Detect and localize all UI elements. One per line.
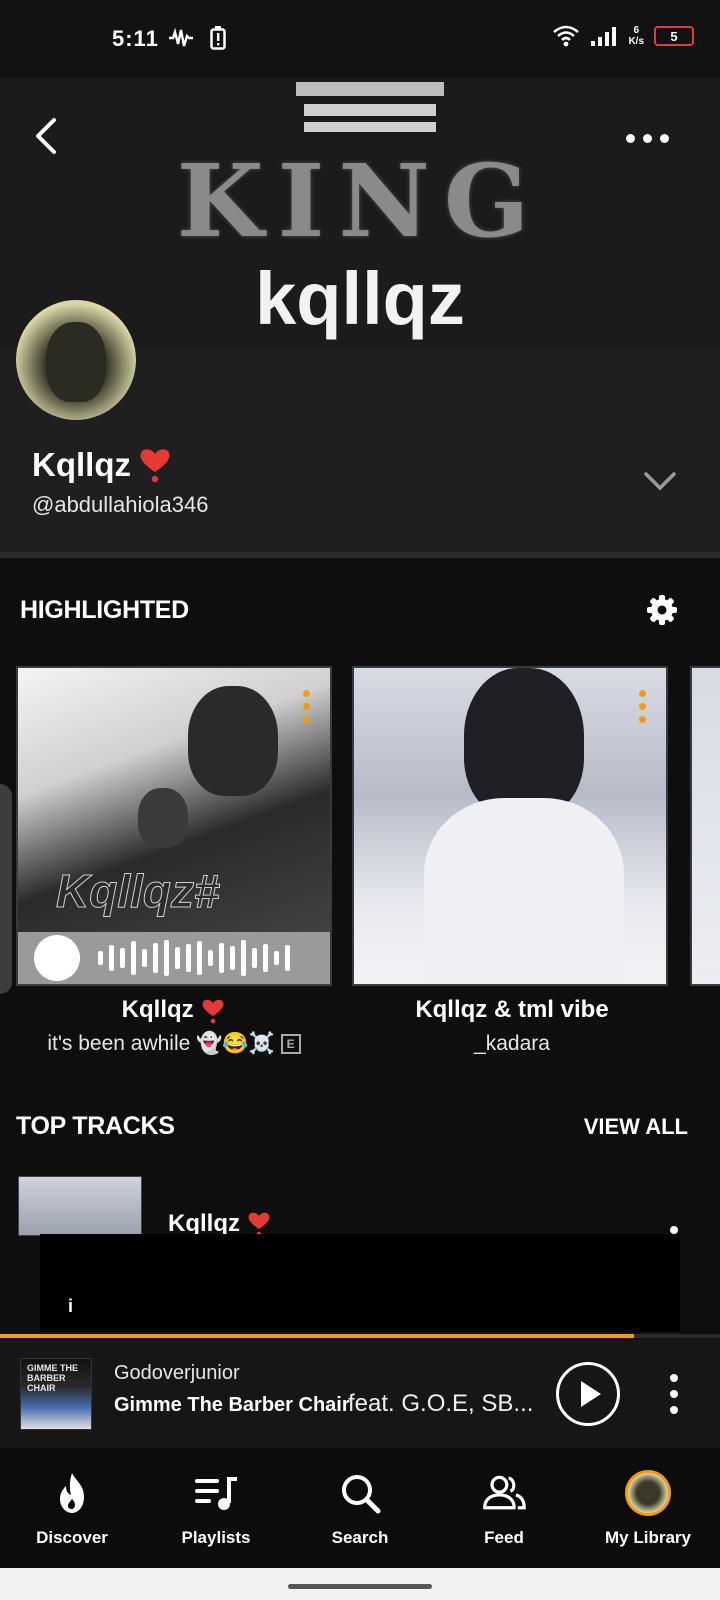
- mini-player[interactable]: GIMME THE BARBER CHAIR Godoverjunior Gim…: [0, 1338, 720, 1448]
- track-thumbnail[interactable]: [18, 1176, 142, 1236]
- nav-playlists[interactable]: Playlists: [144, 1448, 288, 1568]
- profile-name: Kqllqz: [32, 446, 173, 484]
- card-1-image-secondary: [138, 788, 188, 848]
- status-bar: 5:11 6 K/s 5: [0, 0, 720, 78]
- card-1-subtitle: it's been awhile 👻😂☠️ E: [14, 1032, 334, 1056]
- heart-icon: [140, 449, 170, 483]
- card-1-title-text: Kqllqz: [121, 996, 194, 1023]
- status-left-icons: [168, 26, 226, 50]
- crown-icon: [296, 82, 444, 132]
- card-menu-button[interactable]: [639, 690, 646, 723]
- highlighted-title: HIGHLIGHTED: [20, 596, 189, 624]
- player-artist: Godoverjunior: [114, 1362, 240, 1384]
- more-options-button[interactable]: [622, 126, 672, 150]
- player-artwork[interactable]: GIMME THE BARBER CHAIR: [20, 1358, 92, 1430]
- profile-name-text: Kqllqz: [32, 446, 131, 483]
- status-right-icons: 6 K/s 5: [552, 24, 694, 48]
- avatar[interactable]: [16, 300, 136, 420]
- nav-search[interactable]: Search: [288, 1448, 432, 1568]
- nav-label: Playlists: [181, 1528, 251, 1547]
- nav-label: Discover: [36, 1528, 108, 1547]
- gesture-navigation-bar[interactable]: [0, 1568, 720, 1600]
- search-icon: [342, 1475, 381, 1514]
- nav-label: Search: [331, 1528, 389, 1547]
- spotify-icon: [34, 935, 80, 981]
- profile-handle: @abdullahiola346: [32, 492, 209, 517]
- card-2-image: [464, 668, 584, 818]
- spotify-code-bars: [98, 940, 290, 976]
- battery-alert-icon: [210, 26, 226, 50]
- chevron-down-icon[interactable]: [642, 468, 678, 492]
- divider: [0, 552, 720, 558]
- avatar-icon: [625, 1470, 671, 1516]
- card-1-title: Kqllqz: [14, 996, 334, 1025]
- playlist-icon: [195, 1477, 237, 1510]
- player-track-title: Gimme The Barber Chair: [114, 1394, 350, 1416]
- signal-icon: [591, 27, 617, 46]
- ad-banner[interactable]: i: [40, 1234, 680, 1332]
- highlight-card-1[interactable]: Kqllqz#: [16, 666, 332, 986]
- status-time: 5:11: [112, 26, 159, 51]
- track-menu-button[interactable]: [670, 1226, 678, 1234]
- audio-activity-icon: [169, 28, 193, 47]
- net-speed: 6 K/s: [628, 25, 644, 47]
- card-1-image: [188, 686, 278, 796]
- profile-banner: KING kqllqz: [0, 78, 720, 348]
- highlight-card-2[interactable]: [352, 666, 668, 986]
- top-tracks-title: TOP TRACKS: [16, 1112, 175, 1140]
- card-1-subtitle-text: it's been awhile 👻😂☠️: [47, 1032, 275, 1055]
- card-2-shirt: [424, 798, 624, 984]
- heart-icon: [202, 999, 224, 1024]
- ad-info-icon[interactable]: i: [68, 1296, 73, 1317]
- net-speed-unit: K/s: [628, 36, 644, 47]
- card-1-art-text: Kqllqz#: [56, 865, 221, 918]
- highlight-card-3[interactable]: [690, 666, 720, 986]
- nav-label: My Library: [605, 1528, 691, 1547]
- people-icon: [483, 1475, 526, 1510]
- nav-label: Feed: [484, 1528, 524, 1547]
- wifi-icon: [553, 25, 580, 47]
- spotify-code: [18, 932, 330, 984]
- back-arrow-icon[interactable]: [28, 114, 64, 158]
- battery-indicator: 5: [654, 26, 694, 46]
- explicit-badge: E: [280, 1034, 301, 1055]
- view-all-button[interactable]: VIEW ALL: [584, 1114, 688, 1140]
- gear-icon[interactable]: [646, 594, 678, 626]
- banner-title: KING: [176, 142, 544, 260]
- card-2-title: Kqllqz & tml vibe: [415, 996, 609, 1023]
- card-menu-button[interactable]: [303, 690, 310, 723]
- play-icon: [581, 1381, 601, 1407]
- play-button[interactable]: [556, 1362, 620, 1426]
- net-speed-value: 6: [633, 25, 639, 36]
- nav-feed[interactable]: Feed: [432, 1448, 576, 1568]
- bottom-nav: Discover Playlists Search Feed My Librar…: [0, 1448, 720, 1568]
- flame-icon: [60, 1473, 84, 1513]
- nav-discover[interactable]: Discover: [0, 1448, 144, 1568]
- player-featuring: feat. G.O.E, SB...: [348, 1390, 534, 1417]
- card-2-subtitle: _kadara: [474, 1032, 550, 1055]
- side-handle[interactable]: [0, 784, 12, 994]
- nav-my-library[interactable]: My Library: [576, 1448, 720, 1568]
- player-more-button[interactable]: [668, 1374, 680, 1414]
- player-artwork-text: GIMME THE BARBER CHAIR: [27, 1363, 78, 1393]
